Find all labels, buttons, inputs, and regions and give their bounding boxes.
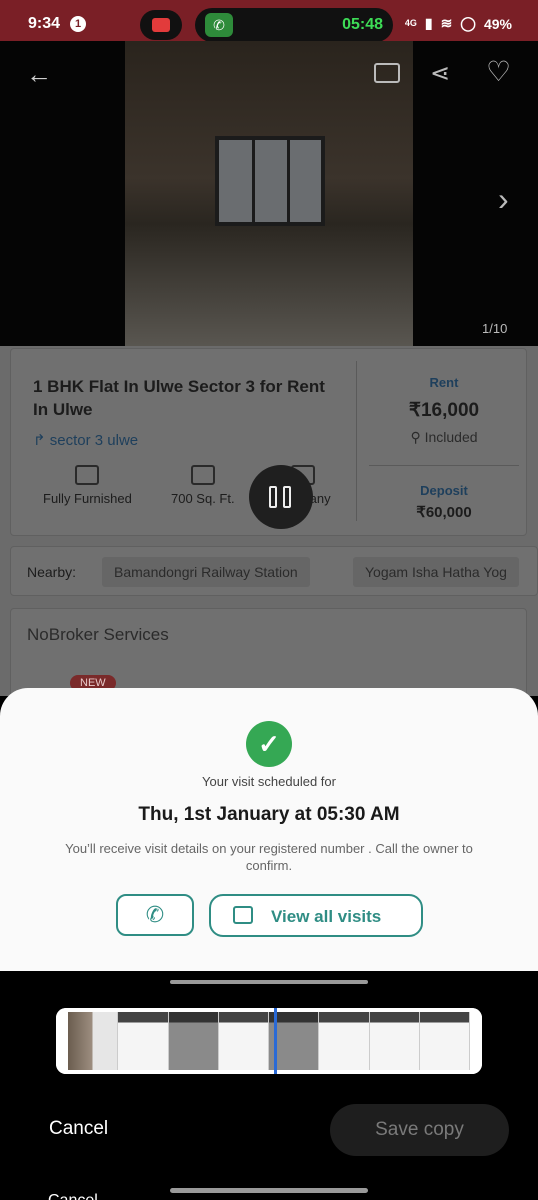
screen-record-icon[interactable] xyxy=(140,10,182,40)
nearby-bar: Nearby: Bamandongri Railway Station Yoga… xyxy=(10,546,538,596)
save-copy-button[interactable]: Save copy xyxy=(330,1104,509,1156)
deposit-value: ₹60,000 xyxy=(416,504,472,521)
nearby-label: Nearby: xyxy=(27,564,77,580)
view-all-visits-button[interactable]: View all visits xyxy=(209,894,423,937)
phone-icon: ✆ xyxy=(145,902,165,927)
phone-icon: ✆ xyxy=(205,13,233,37)
timeline-frame xyxy=(319,1012,370,1070)
divider xyxy=(369,465,519,466)
area-icon xyxy=(190,465,215,485)
status-time: 9:34 xyxy=(28,15,61,32)
wifi-icon: ≋ xyxy=(440,15,453,31)
call-owner-button[interactable]: ✆ xyxy=(116,894,194,936)
network-type: 4G xyxy=(404,18,417,28)
drag-handle[interactable] xyxy=(170,980,368,984)
timeline-frame xyxy=(419,1012,470,1070)
timeline-frame xyxy=(68,1012,119,1070)
timeline-frame xyxy=(168,1012,219,1070)
heart-icon[interactable]: ♡ xyxy=(486,55,511,88)
cancel-button[interactable]: Cancel xyxy=(49,1118,108,1140)
timeline-frame xyxy=(218,1012,269,1070)
photo-window xyxy=(215,136,325,226)
back-arrow-icon[interactable]: ← xyxy=(26,59,52,90)
view-all-visits-label: View all visits xyxy=(271,907,382,926)
visit-subtitle: Your visit scheduled for xyxy=(202,774,336,789)
feature-label: 700 Sq. Ft. xyxy=(171,491,235,506)
next-photo-chevron-icon[interactable]: › xyxy=(498,181,509,218)
listing-title: 1 BHK Flat In Ulwe Sector 3 for Rent In … xyxy=(33,377,325,419)
listing-card: 1 BHK Flat In Ulwe Sector 3 for Rent In … xyxy=(10,348,527,536)
underlying-cancel-text: Cancel xyxy=(48,1192,98,1200)
video-trim-timeline[interactable] xyxy=(56,1008,482,1074)
maintenance-icon: ⚲ xyxy=(410,429,425,445)
battery-icon: ◯ xyxy=(460,15,476,31)
services-title: NoBroker Services xyxy=(27,625,169,644)
calendar-icon xyxy=(233,906,253,924)
sofa-icon xyxy=(75,465,100,485)
chat-icon[interactable] xyxy=(374,63,400,83)
property-photo-gallery[interactable]: ← ⋖ ♡ › 1/10 xyxy=(0,41,538,346)
status-bar: 9:34 1 ✆ 05:48 4G ▮ ≋ ◯ 49% xyxy=(0,0,538,42)
feature-furnishing: Fully Furnished xyxy=(43,465,132,506)
nearby-chip[interactable]: Yogam Isha Hatha Yog xyxy=(353,557,519,587)
timeline-frames xyxy=(68,1012,470,1070)
playhead[interactable] xyxy=(274,1008,277,1074)
feature-area: 700 Sq. Ft. xyxy=(171,465,235,506)
pause-recording-button[interactable] xyxy=(249,465,313,529)
divider xyxy=(356,361,357,521)
signal-icon: ▮ xyxy=(424,15,433,31)
visit-note: You’ll receive visit details on your reg… xyxy=(65,841,473,873)
notification-count-badge: 1 xyxy=(70,16,86,32)
rent-value: ₹16,000 xyxy=(408,400,480,421)
direction-icon: ↱ xyxy=(33,432,50,449)
nearby-chip[interactable]: Bamandongri Railway Station xyxy=(102,557,310,587)
trim-handle-right[interactable] xyxy=(470,1008,482,1074)
status-indicators: 4G ▮ ≋ ◯ 49% xyxy=(405,15,512,32)
deposit-label: Deposit xyxy=(420,483,468,498)
listing-details: 1 BHK Flat In Ulwe Sector 3 for Rent In … xyxy=(0,346,538,708)
timeline-frame xyxy=(118,1012,169,1070)
maintenance-info: ⚲ Included xyxy=(369,429,519,446)
maintenance-text: Included xyxy=(424,429,478,445)
trim-handle-left[interactable] xyxy=(56,1008,68,1074)
property-photo xyxy=(125,41,413,346)
feature-label: Fully Furnished xyxy=(43,491,132,506)
battery-level: 49% xyxy=(483,15,512,32)
visit-scheduled-sheet: ✓ Your visit scheduled for Thu, 1st Janu… xyxy=(0,688,538,971)
ongoing-call-chip[interactable]: ✆ 05:48 xyxy=(195,8,393,42)
screen: 9:34 1 ✆ 05:48 4G ▮ ≋ ◯ 49% ← ⋖ ♡ › 1/10 xyxy=(0,0,538,1200)
timeline-frame xyxy=(369,1012,420,1070)
location-text: sector 3 ulwe xyxy=(49,432,139,449)
visit-date-time: Thu, 1st January at 05:30 AM xyxy=(138,804,400,825)
rent-label: Rent xyxy=(429,375,459,390)
share-icon[interactable]: ⋖ xyxy=(430,59,450,88)
navigation-pill[interactable] xyxy=(170,1188,368,1193)
check-circle-icon: ✓ xyxy=(246,721,292,767)
photo-counter: 1/10 xyxy=(482,321,508,336)
call-timer: 05:48 xyxy=(342,16,383,33)
listing-location[interactable]: ↱ sector 3 ulwe xyxy=(33,431,138,449)
